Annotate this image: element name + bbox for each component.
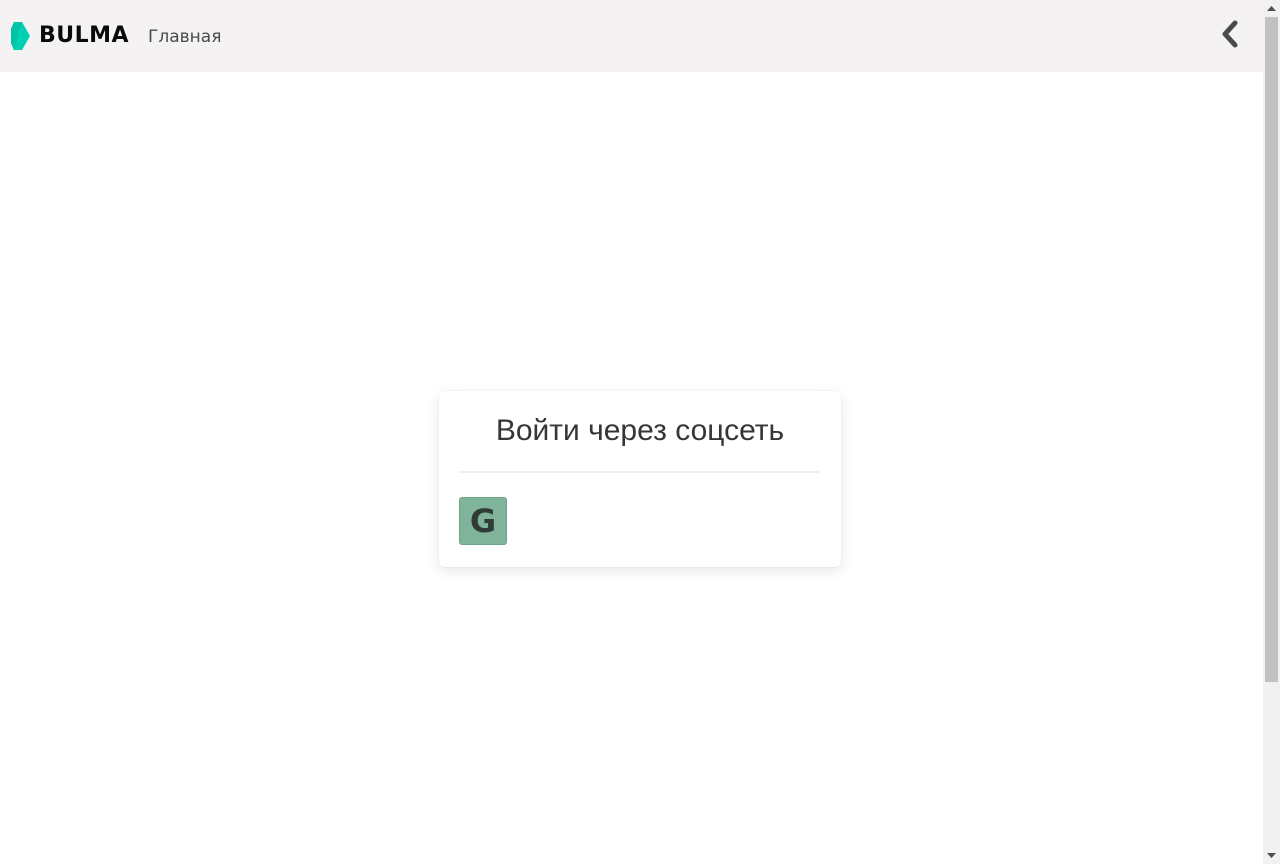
bulma-logo-icon xyxy=(11,22,31,50)
google-icon: G xyxy=(469,502,497,540)
brand-logo[interactable]: BULMA xyxy=(11,20,129,52)
login-title: Войти через соцсеть xyxy=(495,414,785,447)
back-button[interactable] xyxy=(1216,20,1244,52)
scroll-up-arrow-icon[interactable] xyxy=(1263,0,1280,17)
nav-link-home[interactable]: Главная xyxy=(148,26,221,48)
page: BULMA Главная Войти через соцсеть G xyxy=(0,0,1263,864)
scrollbar-thumb[interactable] xyxy=(1265,17,1278,682)
navbar: BULMA Главная xyxy=(0,0,1263,72)
divider xyxy=(459,471,820,473)
scroll-down-arrow-icon[interactable] xyxy=(1263,847,1280,864)
login-card: Войти через соцсеть G xyxy=(439,391,841,567)
vertical-scrollbar[interactable] xyxy=(1263,0,1280,864)
chevron-left-icon xyxy=(1220,20,1240,52)
brand-name: BULMA xyxy=(39,23,130,48)
google-login-button[interactable]: G xyxy=(459,497,507,545)
